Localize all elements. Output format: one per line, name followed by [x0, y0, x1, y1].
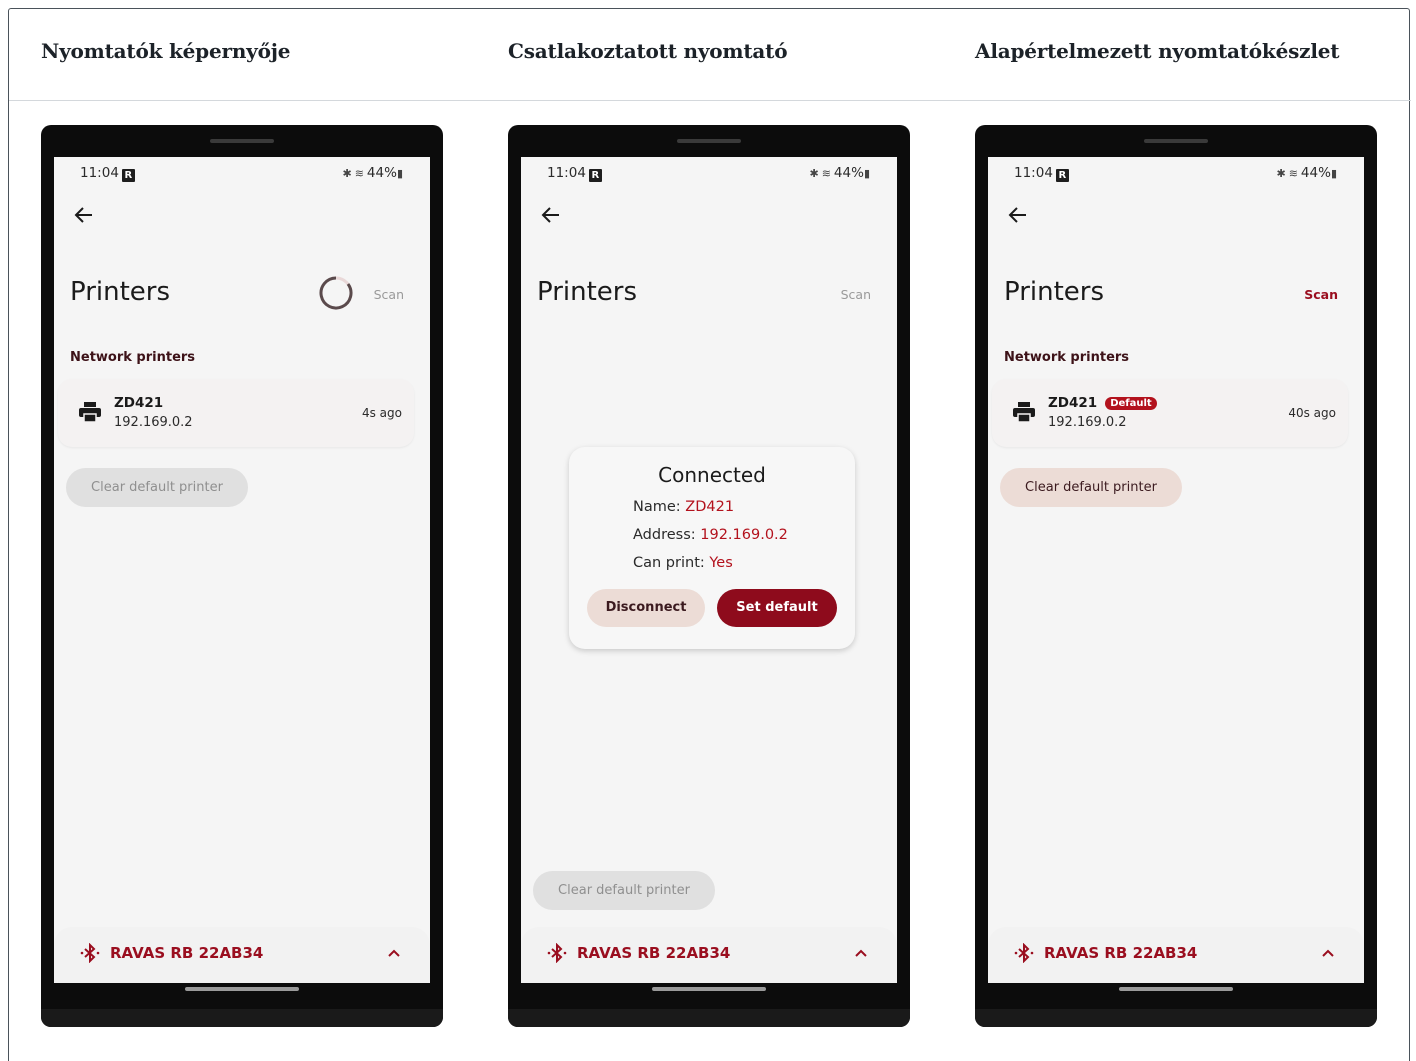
- status-time: 11:04: [547, 165, 586, 181]
- gesture-bar: [652, 987, 766, 991]
- chevron-up-icon[interactable]: [1320, 945, 1336, 961]
- gesture-bar: [1119, 987, 1233, 991]
- speaker-grille: [677, 139, 741, 143]
- scan-button[interactable]: Scan: [1304, 287, 1338, 302]
- bluetooth-device-bar[interactable]: RAVAS RB 22AB34: [521, 927, 897, 983]
- dialog-name-row: Name: ZD421: [633, 499, 734, 515]
- page-title: Printers: [537, 277, 638, 307]
- dialog-address-row: Address: 192.169.0.2: [633, 527, 788, 543]
- bluetooth-status-icon: ✱: [1276, 167, 1286, 180]
- name-label: Name:: [633, 499, 686, 515]
- bluetooth-icon: [547, 943, 567, 963]
- connected-dialog: Connected Name: ZD421 Address: 192.169.0…: [569, 447, 855, 649]
- scan-button[interactable]: Scan: [841, 287, 871, 302]
- bluetooth-status-icon: ✱: [809, 167, 819, 180]
- printer-icon: [1013, 402, 1035, 423]
- bluetooth-device-name: RAVAS RB 22AB34: [110, 944, 264, 962]
- speaker-grille: [210, 139, 274, 143]
- section-network-printers: Network printers: [1004, 350, 1130, 365]
- section-network-printers: Network printers: [70, 350, 196, 365]
- page-title: Printers: [70, 277, 171, 307]
- notification-badge-icon: R: [588, 169, 602, 182]
- phone-connected-printer: 11:04 R ✱ ≋ 44%▮ Printers Scan Connected Na…: [508, 125, 910, 1027]
- address-value: 192.169.0.2: [700, 527, 788, 543]
- column-heading-connected-printer: Csatlakoztatott nyomtató: [508, 39, 788, 63]
- status-time: 11:04: [1014, 165, 1053, 181]
- status-time: 11:04: [80, 165, 119, 181]
- phone-bottom-edge: [975, 1009, 1377, 1027]
- printer-name: ZD421: [114, 395, 164, 411]
- column-heading-default-printer-set: Alapértelmezett nyomtatókészlet: [975, 39, 1340, 63]
- dialog-canprint-row: Can print: Yes: [633, 555, 733, 571]
- canprint-value: Yes: [709, 555, 733, 571]
- app-screen: 11:04 R ✱ ≋ 44%▮ Printers Scan Network prin…: [54, 157, 430, 983]
- canprint-label: Can print:: [633, 555, 710, 571]
- printer-last-seen: 40s ago: [1288, 406, 1336, 420]
- app-screen: 11:04 R ✱ ≋ 44%▮ Printers Scan Connected Na…: [521, 157, 897, 983]
- clear-default-printer-button[interactable]: Clear default printer: [1000, 468, 1182, 507]
- chevron-up-icon[interactable]: [386, 945, 402, 961]
- address-label: Address:: [633, 527, 701, 543]
- table-header: Nyomtatók képernyője Csatlakoztatott nyo…: [9, 9, 1411, 101]
- battery-percent: 44%: [833, 165, 864, 181]
- printer-list-item[interactable]: ZD421 192.169.0.2 4s ago: [58, 379, 414, 447]
- notification-badge-icon: R: [121, 169, 135, 182]
- gesture-bar: [185, 987, 299, 991]
- battery-icon: ▮: [396, 167, 403, 180]
- wifi-signal-icon: ≋: [1288, 167, 1298, 180]
- bluetooth-icon: [1014, 943, 1034, 963]
- column-heading-printers-screen: Nyomtatók képernyője: [41, 39, 291, 63]
- phone-bottom-edge: [508, 1009, 910, 1027]
- dialog-title: Connected: [658, 463, 766, 487]
- bluetooth-device-bar[interactable]: RAVAS RB 22AB34: [54, 927, 430, 983]
- back-arrow-icon[interactable]: [1006, 203, 1030, 227]
- page-title: Printers: [1004, 277, 1105, 307]
- wifi-signal-icon: ≋: [821, 167, 831, 180]
- wifi-signal-icon: ≋: [354, 167, 364, 180]
- clear-default-printer-button[interactable]: Clear default printer: [66, 468, 248, 507]
- phone-default-printer-set: 11:04 R ✱ ≋ 44%▮ Printers Scan Network prin…: [975, 125, 1377, 1027]
- phone-printers-screen: 11:04 R ✱ ≋ 44%▮ Printers Scan Network prin…: [41, 125, 443, 1027]
- chevron-up-icon[interactable]: [853, 945, 869, 961]
- speaker-grille: [1144, 139, 1208, 143]
- printer-last-seen: 4s ago: [361, 406, 402, 420]
- status-bar: 11:04 R ✱ ≋ 44%▮: [1014, 165, 1340, 183]
- scan-button[interactable]: Scan: [374, 287, 404, 302]
- back-arrow-icon[interactable]: [72, 203, 96, 227]
- printer-address: 192.169.0.2: [114, 415, 193, 430]
- battery-icon: ▮: [1330, 167, 1337, 180]
- back-arrow-icon[interactable]: [539, 203, 563, 227]
- disconnect-button[interactable]: Disconnect: [587, 589, 705, 627]
- loading-spinner-icon: [319, 276, 353, 310]
- set-default-button[interactable]: Set default: [717, 589, 837, 627]
- notification-badge-icon: R: [1055, 169, 1069, 182]
- battery-icon: ▮: [863, 167, 870, 180]
- app-screen: 11:04 R ✱ ≋ 44%▮ Printers Scan Network prin…: [988, 157, 1364, 983]
- clear-default-printer-button[interactable]: Clear default printer: [533, 871, 715, 910]
- battery-percent: 44%: [366, 165, 397, 181]
- bluetooth-device-name: RAVAS RB 22AB34: [577, 944, 731, 962]
- printer-address: 192.169.0.2: [1048, 415, 1127, 430]
- printer-name-row: ZD421 Default: [1048, 395, 1157, 411]
- bluetooth-device-bar[interactable]: RAVAS RB 22AB34: [988, 927, 1364, 983]
- default-badge: Default: [1105, 397, 1157, 410]
- status-bar: 11:04 R ✱ ≋ 44%▮: [80, 165, 406, 183]
- battery-percent: 44%: [1300, 165, 1331, 181]
- status-bar: 11:04 R ✱ ≋ 44%▮: [547, 165, 873, 183]
- bluetooth-icon: [80, 943, 100, 963]
- name-value: ZD421: [685, 499, 735, 515]
- printer-icon: [79, 402, 101, 423]
- printer-name: ZD421: [1048, 395, 1098, 411]
- bluetooth-status-icon: ✱: [342, 167, 352, 180]
- printer-list-item[interactable]: ZD421 Default 192.169.0.2 40s ago: [992, 379, 1348, 447]
- phone-bottom-edge: [41, 1009, 443, 1027]
- bluetooth-device-name: RAVAS RB 22AB34: [1044, 944, 1198, 962]
